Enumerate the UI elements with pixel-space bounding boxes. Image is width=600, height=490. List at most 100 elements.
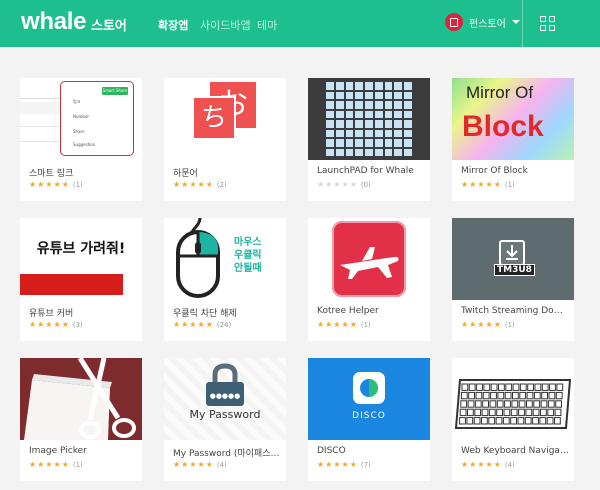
star-filled-icon: ★	[477, 180, 485, 189]
star-rating: ★ ★ ★ ★ ★ (1)	[29, 180, 83, 190]
extension-card[interactable]: 유튜브 가려줘! 유튜브 커버 ★ ★ ★ ★ ★ (3)	[20, 218, 142, 341]
rating-count: (24)	[216, 321, 232, 329]
keyboard-key	[547, 408, 555, 417]
extension-card[interactable]: ●●●●● My Password My Password (마이패스워... …	[164, 358, 286, 481]
extension-card[interactable]: Kotree Helper ★ ★ ★ ★ ★ (1)	[308, 218, 430, 341]
card-title: Kotree Helper	[317, 306, 379, 316]
tab-extensions[interactable]: 확장앱	[158, 17, 188, 33]
keyboard-key	[512, 391, 519, 400]
keyboard-key	[495, 417, 503, 425]
extension-card[interactable]: TM3U8 Twitch Streaming Downl... ★ ★ ★ ★ ★ (1)	[452, 218, 574, 341]
star-filled-icon: ★	[349, 320, 357, 329]
launchpad-cell	[384, 129, 393, 137]
keyboard-key	[519, 383, 527, 391]
tab-sidebar-apps[interactable]: 사이드바앱	[200, 17, 251, 33]
keyboard-key	[517, 417, 525, 425]
launchpad-cell	[355, 101, 364, 109]
star-rating: ★ ★ ★ ★ ★ (1)	[461, 320, 515, 330]
star-rating: ★ ★ ★ ★ ★ (3)	[29, 320, 83, 330]
launchpad-cell	[326, 120, 334, 128]
keyboard-key	[555, 400, 562, 408]
keyboard-key	[512, 383, 520, 391]
keyboard-key	[547, 400, 555, 408]
star-filled-icon: ★	[485, 460, 493, 469]
launchpad-cell	[365, 139, 373, 147]
whale-logo[interactable]: whale	[21, 8, 87, 36]
extension-card[interactable]: Image Picker ★ ★ ★ ★ ★ (1)	[20, 358, 142, 481]
svg-text:●●●●●: ●●●●●	[210, 392, 241, 400]
keyboard-key	[525, 408, 533, 417]
disco-caption: DISCO	[352, 411, 386, 421]
mouse-icon	[176, 218, 220, 298]
keyboard-key	[468, 383, 476, 391]
launchpad-cell	[394, 129, 403, 137]
keyboard-key	[541, 383, 549, 391]
keyboard-key	[510, 417, 518, 425]
star-rating: ★ ★ ★ ★ ★ (4)	[173, 461, 227, 470]
star-filled-icon: ★	[461, 320, 469, 329]
keyboard-key	[555, 391, 563, 400]
star-filled-icon: ★	[317, 320, 325, 329]
extension-card[interactable]: DISCO DISCO ★ ★ ★ ★ ★ (7)	[308, 358, 430, 481]
youtube-text: 유튜브 가려줘!	[36, 241, 126, 257]
launchpad-cell	[404, 120, 412, 128]
extension-card[interactable]: 마우스 우클릭 안될때 우클릭 차단 해제 ★ ★ ★ ★ ★ (24)	[164, 218, 286, 341]
star-filled-icon: ★	[37, 460, 45, 469]
tab-themes[interactable]: 테마	[257, 17, 277, 33]
launchpad-cell	[384, 91, 393, 99]
keyboard-key	[468, 391, 476, 400]
star-empty-icon: ★	[317, 180, 325, 189]
launchpad-cell	[335, 148, 344, 156]
keyboard-key	[511, 400, 519, 408]
launchpad-cell	[404, 91, 412, 99]
menu-item: 링크	[73, 99, 81, 104]
rating-count: (1)	[504, 321, 515, 329]
launchpad-cell	[355, 120, 364, 128]
star-filled-icon: ★	[53, 460, 61, 469]
launchpad-cell	[355, 110, 364, 118]
launchpad-cell	[355, 82, 364, 90]
keyboard-key	[541, 391, 548, 400]
launchpad-cell	[326, 101, 334, 109]
user-menu[interactable]: 펀스토어	[445, 13, 520, 31]
launchpad-cell	[365, 91, 373, 99]
rating-count: (1)	[72, 461, 83, 469]
star-rating: ★ ★ ★ ★ ★ (4)	[461, 460, 515, 470]
star-filled-icon: ★	[485, 320, 493, 329]
star-filled-icon: ★	[333, 320, 341, 329]
star-filled-icon: ★	[61, 320, 69, 329]
star-filled-icon: ★	[61, 180, 69, 189]
launchpad-cell	[335, 110, 344, 118]
keyboard-key	[548, 391, 556, 400]
star-filled-icon: ★	[493, 180, 501, 189]
apps-grid-icon[interactable]	[540, 16, 555, 31]
card-title: 스마트 링크	[29, 169, 74, 179]
extension-card[interactable]: お ち 하문어 ★★★★★(2)	[164, 78, 286, 201]
user-avatar-icon	[445, 13, 463, 31]
keyboard-key	[490, 383, 498, 391]
star-filled-icon: ★	[469, 320, 477, 329]
launchpad-cell	[374, 148, 383, 156]
star-filled-icon: ★	[477, 320, 485, 329]
store-label[interactable]: 스토어	[91, 15, 127, 34]
card-title: LaunchPAD for Whale	[317, 166, 414, 176]
launchpad-cell	[326, 148, 334, 156]
card-title: 하문어	[173, 169, 198, 179]
m3u8-badge: TM3U8	[494, 264, 535, 276]
extension-card[interactable]: Smart Share 링크 Number Share Suggestion 스…	[20, 78, 142, 201]
star-filled-icon: ★	[341, 460, 349, 469]
keyboard-key	[503, 408, 511, 417]
launchpad-cell	[365, 82, 373, 90]
block-text: Block	[462, 110, 544, 143]
extension-card[interactable]: LaunchPAD for Whale ★ ★ ★ ★ ★ (0)	[308, 78, 430, 201]
extension-card[interactable]: Mirror Of Block Mirror Of Block ★ ★ ★ ★ ★ (1)	[452, 78, 574, 201]
scissors-icon	[24, 358, 136, 440]
extension-card[interactable]: Web Keyboard Navigator ★ ★ ★ ★ ★ (4)	[452, 358, 574, 481]
chevron-down-icon	[511, 20, 520, 24]
star-rating: ★ ★ ★ ★ ★ (7)	[317, 460, 371, 470]
rating-count: (4)	[504, 461, 515, 469]
star-rating: ★ ★ ★ ★ ★ (2)	[173, 181, 227, 190]
launchpad-cell	[335, 139, 344, 147]
star-filled-icon: ★	[29, 460, 37, 469]
keyboard-key	[519, 391, 527, 400]
